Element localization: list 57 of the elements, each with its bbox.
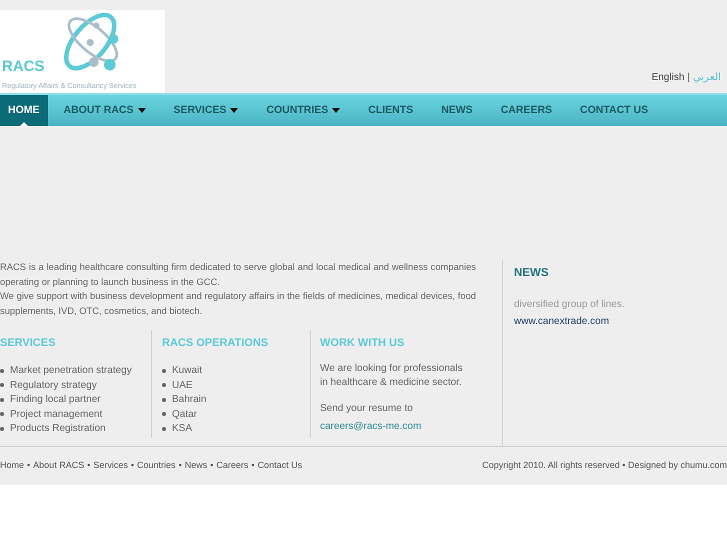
bullet-icon [162, 398, 166, 402]
list-item: Qatar [172, 408, 198, 422]
bullet-icon [0, 383, 4, 388]
bullet-icon [0, 426, 4, 431]
footer-link[interactable]: Contact Us [258, 459, 302, 473]
bullet-icon [162, 426, 166, 431]
language-link[interactable]: English [652, 70, 684, 85]
nav-tab[interactable]: CLIENTS [360, 95, 422, 126]
nav-tab[interactable]: HOME [0, 95, 48, 126]
section-heading: RACS OPERATIONS [162, 336, 270, 351]
website-link[interactable]: www.canextrade.com [514, 314, 625, 330]
section-heading: SERVICES [0, 336, 56, 351]
nav-tab[interactable]: CONTACT US [572, 95, 656, 126]
pointer-icon [20, 122, 28, 126]
footer-link[interactable]: Home [0, 459, 24, 473]
work-text: We are looking for professionals in healthcare & medicine sector. [320, 362, 464, 390]
footer-separator: • [27, 459, 30, 472]
list-item: Products Registration [10, 422, 106, 436]
bullet-icon [162, 383, 166, 388]
resume-text: Send your resume to [320, 402, 414, 416]
intro-paragraph: We give support with business development and regulatory affairs in the fields of medicines, medical devices, food supplements, IVD, OTC, cosmetics, and biotech. [0, 289, 476, 318]
footer-separator: • [178, 459, 182, 472]
footer-link[interactable]: About RACS [33, 459, 84, 473]
footer-separator: • [130, 459, 134, 472]
news-heading: NEWS [514, 266, 550, 281]
nav-tab[interactable]: SERVICES [166, 95, 246, 126]
language-separator: | [687, 71, 690, 85]
footer-link[interactable]: Services [93, 459, 128, 473]
nav-tab[interactable]: NEWS [433, 95, 481, 126]
list-item: Finding local partner [10, 393, 101, 408]
intro-paragraph: RACS is a leading healthcare consulting firm dedicated to serve global and local medical and wellness companies operating or planning to launch business in the GCC. [0, 260, 476, 289]
footer-link[interactable]: Countries [137, 459, 176, 473]
bullet-icon [0, 398, 4, 402]
copyright-text: Copyright 2010. All rights reserved • Designed by chumu.com [482, 459, 727, 472]
list-item: UAE [172, 378, 193, 393]
email-link[interactable]: careers@racs-me.com [320, 418, 476, 434]
list-item: Bahrain [172, 393, 206, 408]
bullet-icon [0, 412, 4, 416]
bullet-icon [0, 368, 4, 373]
nav-tab[interactable]: CAREERS [492, 95, 560, 126]
footer-separator: • [87, 459, 90, 472]
footer-link[interactable]: News [184, 459, 208, 473]
news-text: diversified group of lines. [514, 298, 625, 312]
bullet-icon [162, 412, 166, 416]
list-item: Kuwait [172, 364, 202, 378]
list-item: Project management [10, 408, 102, 422]
list-item: Regulatory strategy [10, 378, 97, 393]
nav-tab[interactable]: ABOUT RACS [56, 95, 154, 126]
nav-tab[interactable]: COUNTRIES [258, 95, 348, 126]
logo-name: RACS [2, 57, 45, 77]
section-heading: WORK WITH US [320, 336, 406, 351]
bullet-icon [162, 368, 166, 373]
list-item: Market penetration strategy [10, 364, 132, 378]
footer-separator: • [251, 459, 255, 472]
list-item: KSA [172, 422, 192, 436]
footer-separator: • [210, 459, 214, 472]
footer-link[interactable]: Careers [216, 459, 248, 473]
